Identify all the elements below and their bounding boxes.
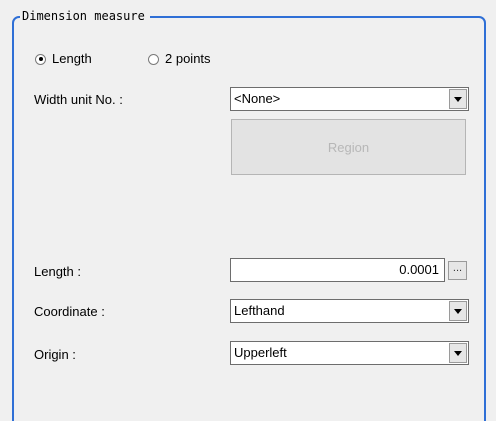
chevron-down-icon: [454, 96, 462, 102]
width-unit-select[interactable]: <None>: [230, 87, 469, 111]
origin-value: Upperleft: [234, 345, 287, 360]
region-button[interactable]: Region: [231, 119, 466, 175]
origin-select[interactable]: Upperleft: [230, 341, 469, 365]
width-unit-dropdown-button[interactable]: [449, 89, 467, 109]
coordinate-value: Lefthand: [234, 303, 285, 318]
radio-2-points-label: 2 points: [165, 51, 211, 66]
length-label: Length :: [34, 264, 81, 279]
coordinate-label: Coordinate :: [34, 304, 105, 319]
length-input[interactable]: 0.0001: [230, 258, 445, 282]
chevron-down-icon: [454, 350, 462, 356]
radio-checked-icon: [35, 53, 46, 65]
group-box-title: Dimension measure: [20, 8, 150, 24]
origin-dropdown-button[interactable]: [449, 343, 467, 363]
width-unit-label: Width unit No. :: [34, 92, 123, 107]
length-browse-button[interactable]: ...: [448, 261, 467, 280]
dimension-measure-panel: Dimension measure Length 2 points Width …: [0, 0, 496, 421]
length-value: 0.0001: [399, 262, 439, 277]
coordinate-select[interactable]: Lefthand: [230, 299, 469, 323]
width-unit-value: <None>: [234, 91, 281, 106]
coordinate-dropdown-button[interactable]: [449, 301, 467, 321]
radio-unchecked-icon: [148, 53, 159, 65]
origin-label: Origin :: [34, 347, 76, 362]
radio-length-label: Length: [52, 51, 92, 66]
radio-2-points[interactable]: 2 points: [148, 51, 211, 67]
radio-length[interactable]: Length: [35, 51, 92, 67]
chevron-down-icon: [454, 308, 462, 314]
